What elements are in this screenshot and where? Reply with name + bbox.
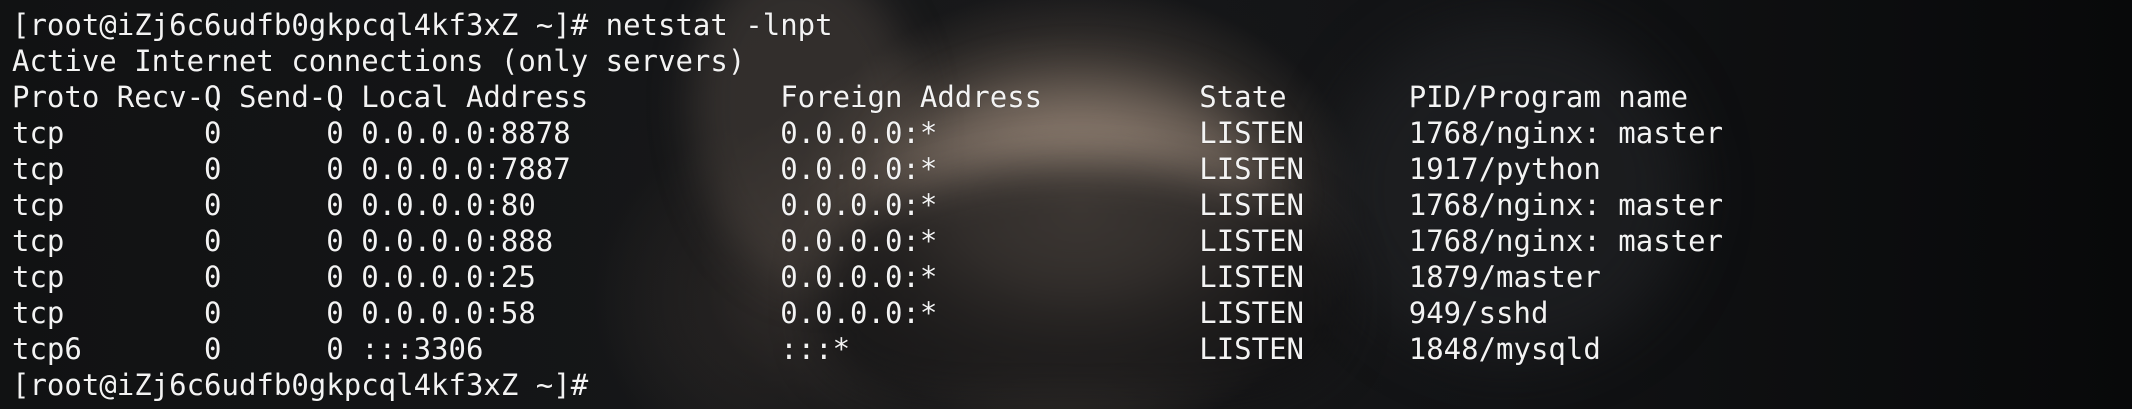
netstat-row: tcp 0 0 0.0.0.0:7887 0.0.0.0:* LISTEN 19… — [12, 152, 1601, 186]
command-text: netstat -lnpt — [605, 8, 833, 42]
netstat-row: tcp 0 0 0.0.0.0:888 0.0.0.0:* LISTEN 176… — [12, 224, 1724, 258]
shell-prompt: [root@iZj6c6udfb0gkpcql4kf3xZ ~]# — [12, 8, 606, 42]
netstat-summary: Active Internet connections (only server… — [12, 44, 746, 78]
netstat-row: tcp6 0 0 :::3306 :::* LISTEN 1848/mysqld — [12, 332, 1601, 366]
netstat-row: tcp 0 0 0.0.0.0:8878 0.0.0.0:* LISTEN 17… — [12, 116, 1724, 150]
netstat-header: Proto Recv-Q Send-Q Local Address Foreig… — [12, 80, 1689, 114]
netstat-row: tcp 0 0 0.0.0.0:25 0.0.0.0:* LISTEN 1879… — [12, 260, 1601, 294]
final-shell-prompt[interactable]: [root@iZj6c6udfb0gkpcql4kf3xZ ~]# — [12, 367, 1723, 403]
netstat-row: tcp 0 0 0.0.0.0:80 0.0.0.0:* LISTEN 1768… — [12, 188, 1724, 222]
terminal-window[interactable]: [root@iZj6c6udfb0gkpcql4kf3xZ ~]# netsta… — [0, 0, 2132, 409]
command-line: [root@iZj6c6udfb0gkpcql4kf3xZ ~]# netsta… — [12, 7, 1723, 43]
terminal-output: [root@iZj6c6udfb0gkpcql4kf3xZ ~]# netsta… — [12, 7, 1723, 403]
netstat-row: tcp 0 0 0.0.0.0:58 0.0.0.0:* LISTEN 949/… — [12, 296, 1549, 330]
